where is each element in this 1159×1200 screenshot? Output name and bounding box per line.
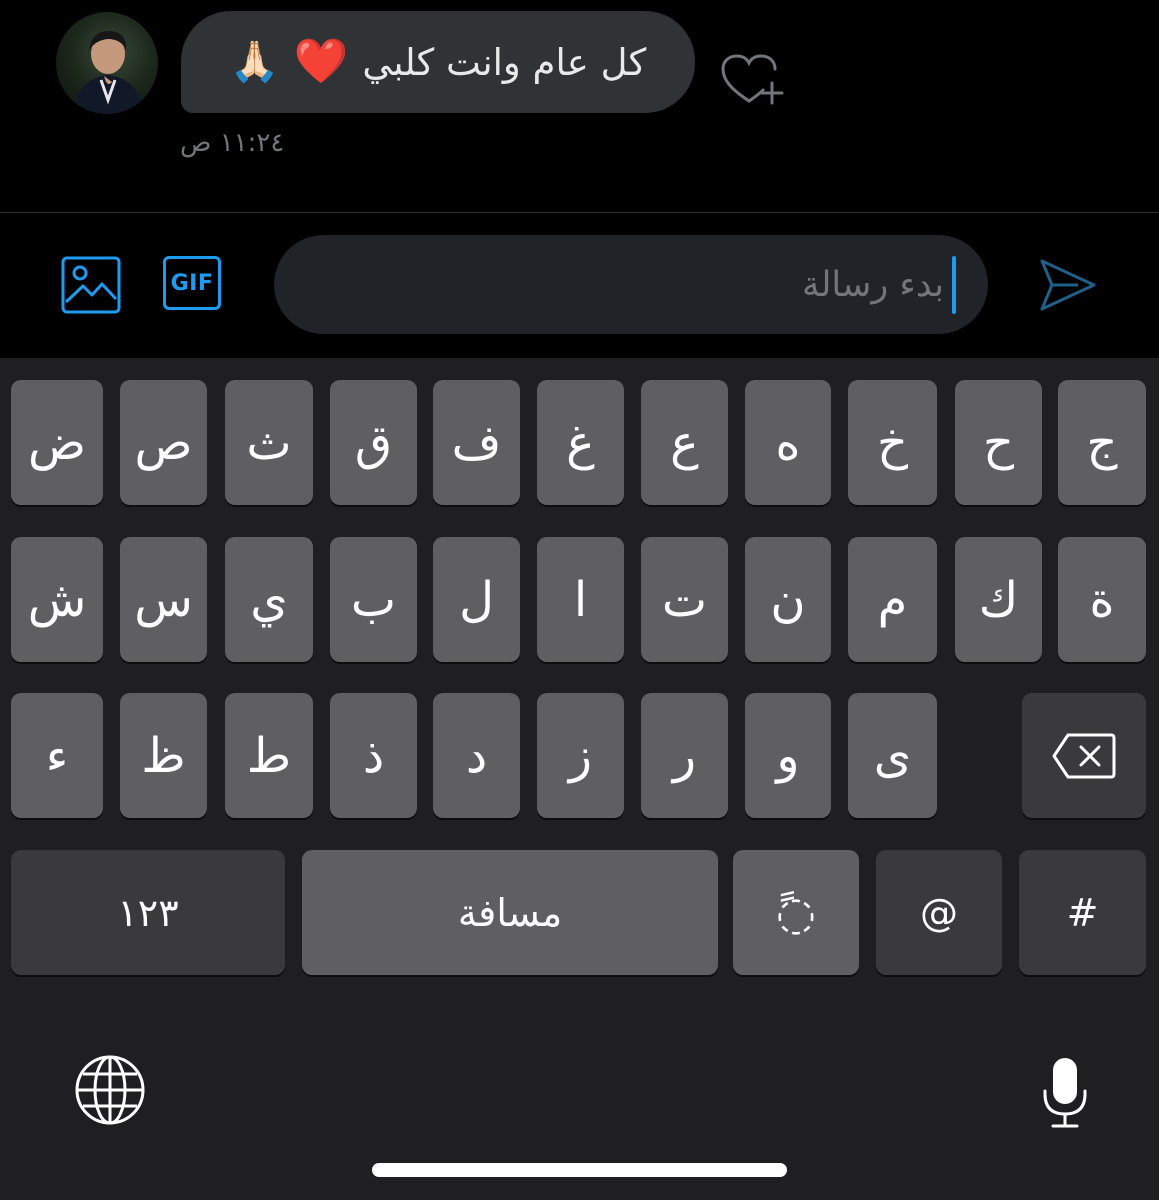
- message-time: ١١:٢٤ ص: [180, 128, 285, 158]
- key[interactable]: ذ: [330, 693, 417, 818]
- tanween-key[interactable]: ً◌: [733, 850, 859, 975]
- key[interactable]: ي: [225, 537, 313, 662]
- key[interactable]: ء: [11, 693, 103, 818]
- key[interactable]: ك: [955, 537, 1042, 662]
- avatar[interactable]: [56, 12, 158, 114]
- key[interactable]: ة: [1058, 537, 1146, 662]
- key[interactable]: ف: [433, 380, 520, 505]
- key[interactable]: ث: [225, 380, 313, 505]
- send-icon[interactable]: [1038, 255, 1098, 315]
- space-key[interactable]: مسافة: [302, 850, 718, 975]
- gif-button[interactable]: GIF: [163, 256, 221, 310]
- key[interactable]: م: [848, 537, 937, 662]
- key[interactable]: ض: [11, 380, 103, 505]
- key[interactable]: ح: [955, 380, 1042, 505]
- key[interactable]: ت: [641, 537, 728, 662]
- red-heart-icon: ❤️: [293, 36, 349, 87]
- message-input[interactable]: بدء رسالة: [274, 235, 988, 334]
- text-caret: [952, 255, 956, 314]
- key[interactable]: ج: [1058, 380, 1146, 505]
- key[interactable]: ش: [11, 537, 103, 662]
- backspace-icon[interactable]: [1022, 693, 1146, 818]
- key[interactable]: ق: [330, 380, 417, 505]
- key[interactable]: ن: [745, 537, 831, 662]
- numbers-key[interactable]: ١٢٣: [11, 850, 285, 975]
- key[interactable]: ص: [120, 380, 207, 505]
- home-indicator[interactable]: [372, 1163, 787, 1177]
- key[interactable]: ا: [537, 537, 624, 662]
- key[interactable]: ع: [641, 380, 728, 505]
- image-icon[interactable]: [61, 256, 121, 314]
- key[interactable]: ط: [225, 693, 313, 818]
- key[interactable]: غ: [537, 380, 624, 505]
- praying-hands-icon: 🙏🏻: [229, 39, 280, 85]
- heart-plus-icon[interactable]: [719, 52, 785, 110]
- key[interactable]: ر: [641, 693, 728, 818]
- at-key[interactable]: @: [876, 850, 1002, 975]
- key[interactable]: س: [120, 537, 207, 662]
- message-placeholder: بدء رسالة: [801, 264, 944, 305]
- globe-icon[interactable]: [72, 1052, 148, 1128]
- conversation-area: كل عام وانت كلبي ❤️ 🙏🏻 ١١:٢٤ ص: [0, 0, 1159, 212]
- key[interactable]: ظ: [120, 693, 207, 818]
- key[interactable]: خ: [848, 380, 937, 505]
- key[interactable]: ه: [745, 380, 831, 505]
- message-text: كل عام وانت كلبي: [362, 40, 647, 84]
- key[interactable]: ب: [330, 537, 417, 662]
- hash-key[interactable]: #: [1019, 850, 1146, 975]
- user-avatar-photo-icon: [71, 30, 146, 114]
- key[interactable]: و: [745, 693, 831, 818]
- microphone-icon[interactable]: [1040, 1056, 1090, 1130]
- received-message-bubble[interactable]: كل عام وانت كلبي ❤️ 🙏🏻: [181, 11, 695, 113]
- key[interactable]: د: [433, 693, 520, 818]
- key[interactable]: ل: [433, 537, 520, 662]
- key[interactable]: ى: [848, 693, 937, 818]
- key[interactable]: ز: [537, 693, 624, 818]
